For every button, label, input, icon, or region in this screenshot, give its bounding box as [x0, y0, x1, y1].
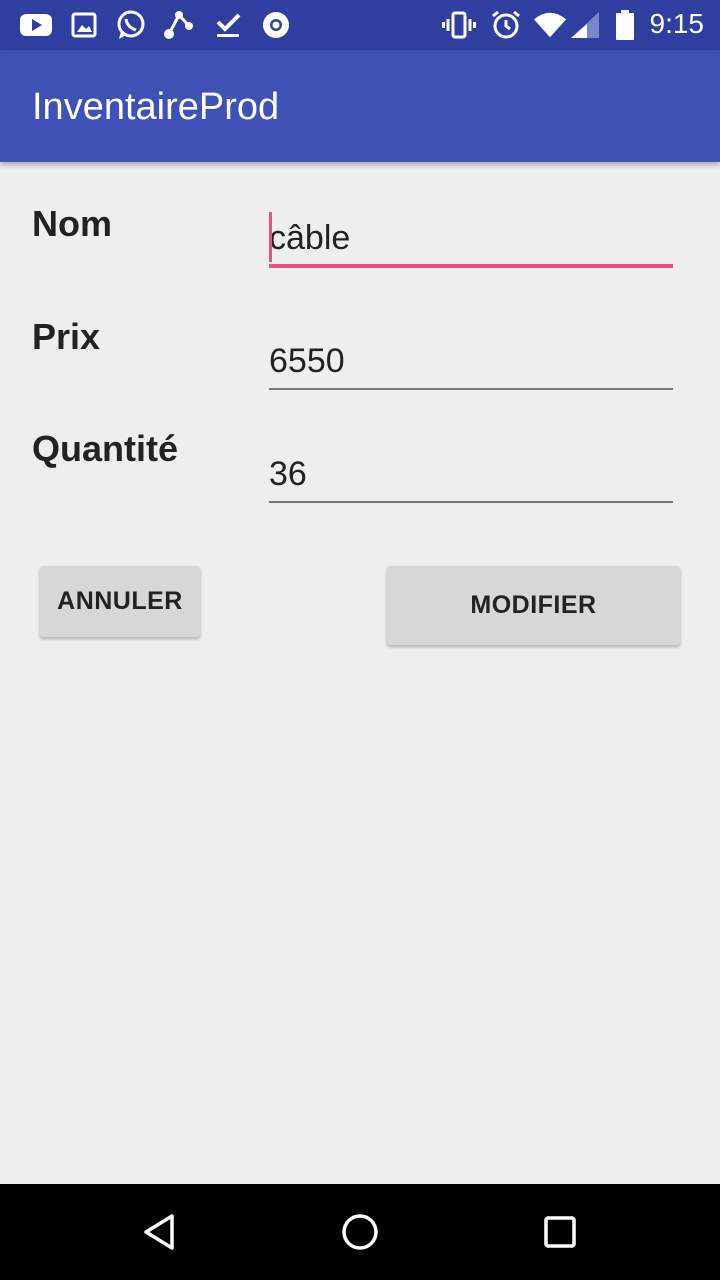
- youtube-icon: [19, 9, 53, 41]
- quantite-input[interactable]: [269, 447, 673, 501]
- recents-icon[interactable]: [536, 1208, 584, 1256]
- status-time: 9:15: [649, 8, 705, 39]
- cancel-button[interactable]: ANNULER: [40, 566, 200, 637]
- vibrate-icon: [442, 9, 476, 41]
- text-cursor: [269, 212, 272, 262]
- prix-field[interactable]: [269, 334, 673, 390]
- share-icon: [162, 9, 196, 41]
- app-title: InventaireProd: [32, 86, 280, 128]
- alarm-icon: [489, 9, 523, 41]
- home-icon[interactable]: [336, 1208, 384, 1256]
- chrome-icon: [259, 9, 293, 41]
- modify-button[interactable]: MODIFIER: [387, 566, 680, 645]
- quantite-field[interactable]: [269, 447, 673, 503]
- whatsapp-icon: [114, 9, 148, 41]
- nom-label: Nom: [32, 203, 112, 244]
- battery-icon: [608, 9, 642, 41]
- quantite-label: Quantité: [32, 428, 179, 469]
- navigation-bar: [0, 1184, 720, 1280]
- prix-input[interactable]: [269, 334, 673, 388]
- prix-label: Prix: [32, 316, 101, 357]
- nom-field[interactable]: [269, 212, 673, 268]
- app-bar: InventaireProd: [0, 50, 720, 162]
- signal-icon: [568, 9, 602, 41]
- wifi-icon: [533, 9, 567, 41]
- back-icon[interactable]: [136, 1208, 184, 1256]
- image-icon: [67, 9, 101, 41]
- nom-input[interactable]: [269, 212, 673, 264]
- download-done-icon: [211, 9, 245, 41]
- status-bar: 9:15: [0, 0, 720, 50]
